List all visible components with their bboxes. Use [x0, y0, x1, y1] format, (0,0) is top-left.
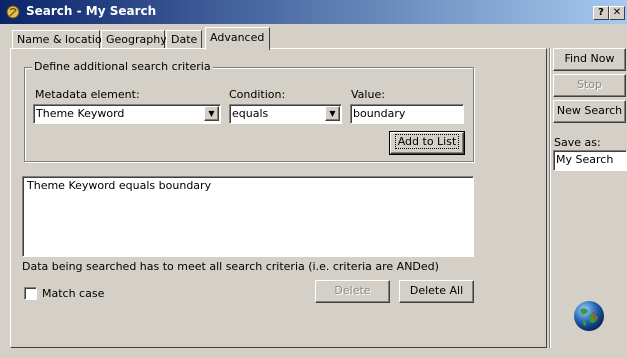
sidebar-divider: [549, 48, 551, 348]
match-case-checkbox[interactable]: [24, 287, 37, 300]
metadata-element-select[interactable]: Theme Keyword ▼: [33, 104, 221, 124]
save-as-label: Save as:: [554, 136, 601, 149]
criteria-list[interactable]: Theme Keyword equals boundary: [22, 176, 474, 257]
new-search-button[interactable]: New Search: [553, 100, 626, 123]
value-input-text: boundary: [353, 107, 406, 120]
globe-icon: [574, 301, 604, 331]
condition-label: Condition:: [229, 88, 286, 101]
value-input[interactable]: boundary: [350, 104, 464, 124]
find-now-button[interactable]: Find Now: [553, 48, 626, 71]
chevron-down-icon[interactable]: ▼: [325, 106, 340, 121]
close-icon[interactable]: ✕: [609, 6, 625, 20]
delete-all-button[interactable]: Delete All: [399, 280, 474, 303]
add-to-list-label: Add to List: [394, 134, 460, 149]
metadata-element-value: Theme Keyword: [36, 107, 125, 120]
chevron-down-icon[interactable]: ▼: [204, 106, 219, 121]
condition-select[interactable]: equals ▼: [229, 104, 342, 124]
title-bar[interactable]: Search - My Search ? ✕: [0, 0, 627, 24]
value-label: Value:: [351, 88, 385, 101]
criteria-group-title: Define additional search criteria: [32, 60, 213, 73]
tab-label: Advanced: [210, 31, 265, 44]
condition-value: equals: [232, 107, 269, 120]
tab-label: Date: [171, 33, 198, 46]
help-button[interactable]: ?: [593, 6, 609, 20]
search-app-icon: [6, 5, 20, 19]
match-case-label[interactable]: Match case: [42, 287, 104, 300]
save-as-input[interactable]: My Search: [553, 150, 627, 171]
search-note: Data being searched has to meet all sear…: [22, 260, 439, 273]
tab-geography[interactable]: Geography: [101, 30, 167, 49]
tab-label: Name & location: [17, 33, 109, 46]
delete-button[interactable]: Delete: [315, 280, 390, 303]
tab-advanced[interactable]: Advanced: [205, 27, 270, 50]
tab-name-location[interactable]: Name & location: [12, 30, 109, 49]
window-title: Search - My Search: [26, 4, 157, 18]
add-to-list-button[interactable]: Add to List: [389, 131, 465, 155]
metadata-element-label: Metadata element:: [35, 88, 140, 101]
stop-button[interactable]: Stop: [553, 74, 626, 97]
list-item[interactable]: Theme Keyword equals boundary: [27, 179, 211, 192]
save-as-value: My Search: [556, 153, 614, 166]
tab-label: Geography: [106, 33, 167, 46]
tab-date[interactable]: Date: [166, 30, 202, 49]
